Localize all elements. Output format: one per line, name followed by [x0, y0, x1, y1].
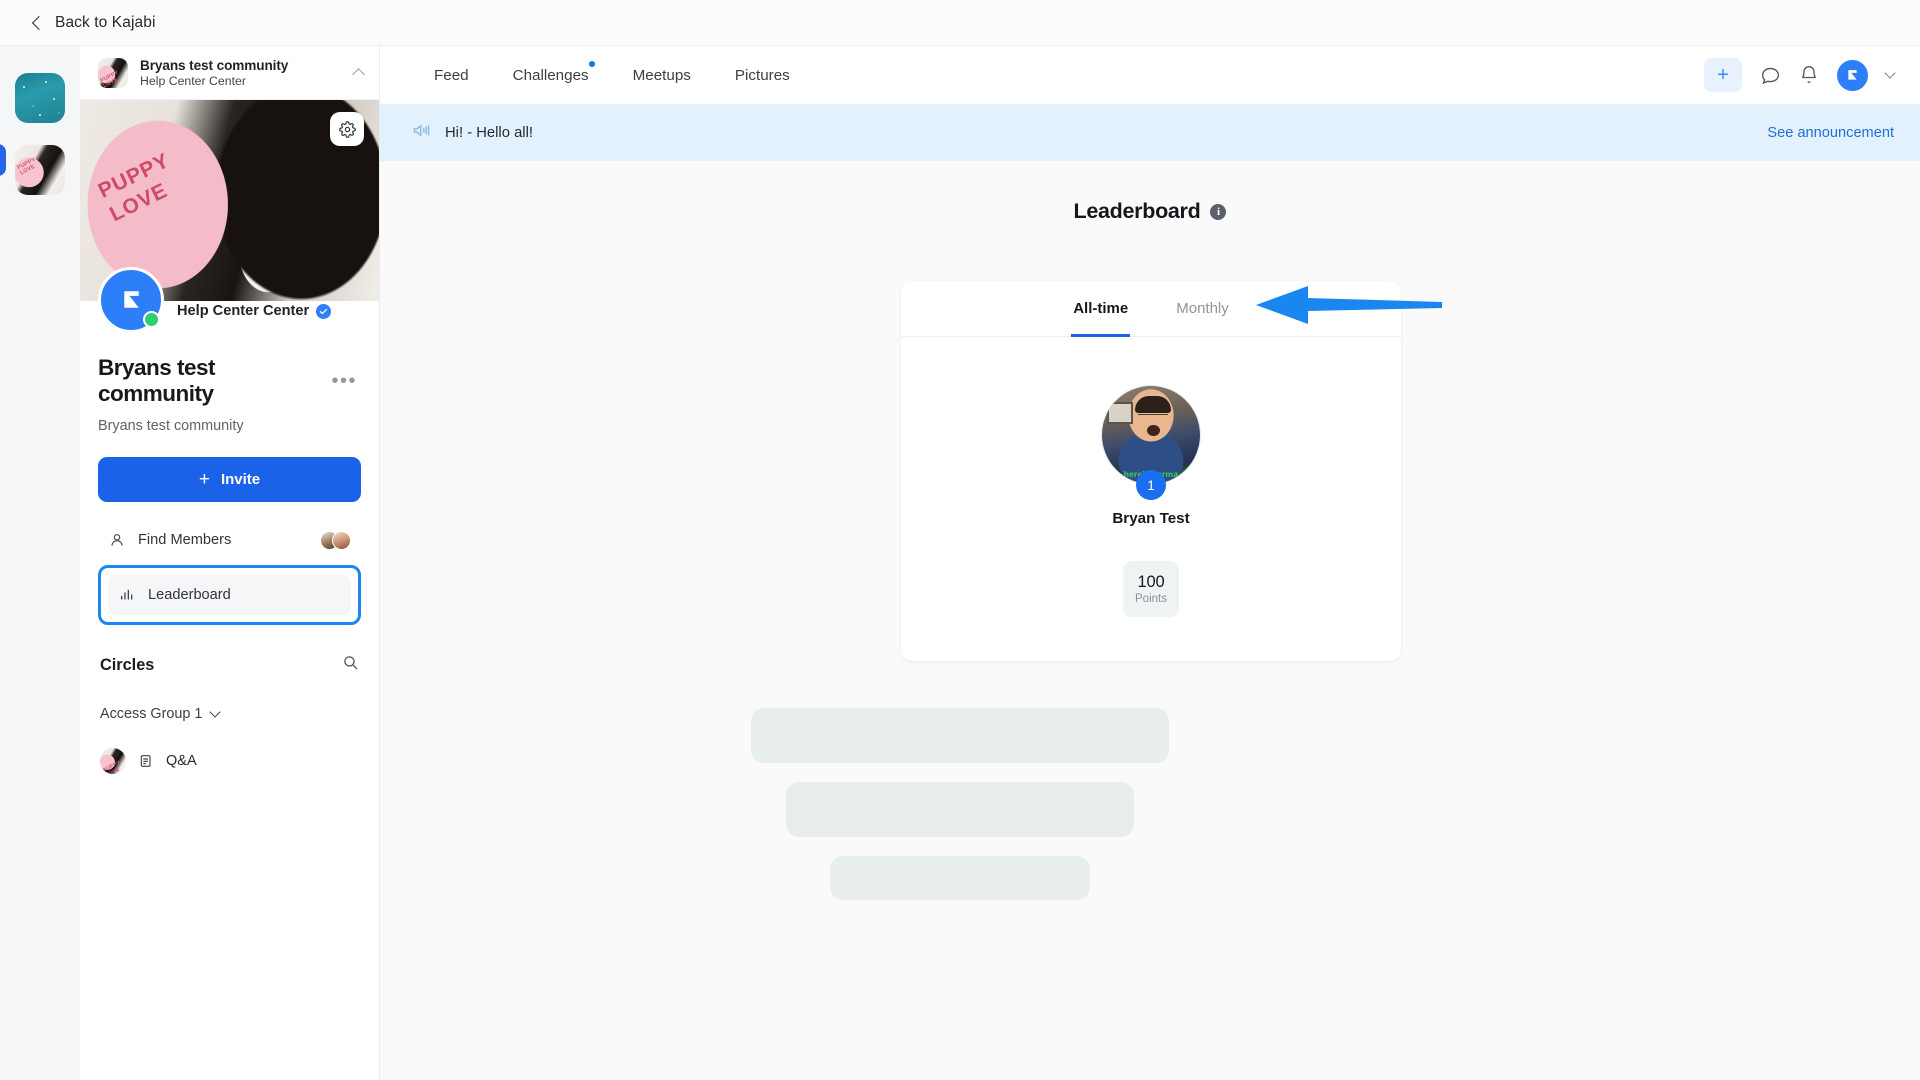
back-to-kajabi-button[interactable]: Back to Kajabi — [31, 13, 156, 32]
kajabi-logo-icon — [1848, 69, 1857, 80]
online-status-dot — [143, 311, 160, 328]
main-nav: Feed Challenges Meetups Pictures + — [380, 46, 1920, 105]
brand-name-row: Help Center Center — [177, 303, 332, 319]
tab-feed[interactable]: Feed — [412, 67, 491, 84]
skeleton-bar — [830, 856, 1090, 900]
search-icon[interactable] — [342, 654, 359, 676]
points-box: 100 Points — [1123, 561, 1179, 617]
community-description: Bryans test community — [98, 418, 244, 434]
chevron-down-icon — [209, 706, 222, 718]
leaderboard-winner: here's karma 1 Bryan Test 100 Points — [901, 337, 1401, 661]
leaderboard-tabs: All-time Monthly — [901, 281, 1401, 337]
tab-all-time[interactable]: All-time — [1071, 281, 1130, 337]
tab-monthly[interactable]: Monthly — [1174, 281, 1231, 337]
chevron-left-icon — [31, 15, 47, 30]
sidebar-item-find-members[interactable]: Find Members — [98, 520, 361, 560]
top-bar: Back to Kajabi — [0, 0, 1920, 46]
community-title-row: Bryans test community ••• — [98, 355, 361, 407]
puppy-community-thumb — [15, 145, 65, 195]
plus-icon: + — [1717, 63, 1729, 86]
tab-challenges[interactable]: Challenges — [491, 60, 611, 84]
sidebar-channel-label: Q&A — [166, 753, 197, 769]
plus-icon: + — [198, 469, 210, 490]
member-avatars[interactable] — [320, 531, 351, 550]
back-to-kajabi-label: Back to Kajabi — [55, 13, 156, 31]
sidebar-item-label: Leaderboard — [148, 587, 231, 603]
brand-row: Help Center Center — [98, 267, 361, 333]
tab-label: Pictures — [734, 66, 790, 84]
access-group-label: Access Group 1 — [100, 706, 203, 722]
sidebar-community-title: Bryans test community — [140, 57, 289, 73]
document-icon — [140, 755, 151, 767]
community-rail — [0, 46, 80, 1080]
ellipsis-icon[interactable]: ••• — [327, 371, 361, 391]
see-announcement-link[interactable]: See announcement — [1767, 125, 1894, 141]
leaderboard-heading: Leaderboard i — [380, 199, 1920, 224]
winner-name: Bryan Test — [1112, 510, 1190, 527]
points-label: Points — [1135, 593, 1167, 605]
invite-button-label: Invite — [220, 471, 261, 488]
notification-dot — [588, 60, 595, 67]
info-icon[interactable]: i — [1210, 203, 1227, 220]
points-value: 100 — [1137, 573, 1165, 591]
announcement-bar: Hi! - Hello all! See announcement — [380, 105, 1920, 161]
avatar — [98, 57, 128, 88]
leaderboard-title: Leaderboard — [1073, 199, 1201, 223]
sidebar-community-subtitle: Help Center Center — [140, 73, 246, 88]
megaphone-icon — [412, 121, 431, 145]
sidebar-item-label: Find Members — [138, 532, 232, 548]
tab-label: Challenges — [512, 66, 589, 84]
skeleton-bar — [751, 708, 1169, 763]
verified-badge-icon — [316, 303, 332, 319]
circles-title: Circles — [100, 655, 155, 674]
leaderboard-highlight-box: Leaderboard — [98, 565, 361, 625]
skeleton-bar — [786, 782, 1134, 837]
chevron-up-icon[interactable] — [352, 67, 365, 81]
avatar — [100, 748, 126, 774]
gear-icon[interactable] — [330, 112, 364, 146]
page-title: Bryans test community — [98, 355, 216, 406]
space-community-thumb — [15, 73, 65, 123]
sidebar-item-leaderboard[interactable]: Leaderboard — [108, 575, 351, 615]
chat-bubble-icon[interactable] — [1760, 65, 1781, 86]
circles-header: Circles — [98, 654, 361, 676]
main-content: Feed Challenges Meetups Pictures + Hi! -… — [380, 46, 1920, 1080]
invite-button[interactable]: + Invite — [98, 457, 361, 502]
leaderboard-card: All-time Monthly here's karma 1 Bryan Te… — [901, 281, 1401, 661]
sidebar-community-switcher[interactable]: Bryans test community Help Center Center — [80, 46, 379, 100]
tab-label: Feed — [434, 66, 469, 84]
bell-icon[interactable] — [1799, 65, 1819, 85]
tab-meetups[interactable]: Meetups — [611, 67, 713, 84]
tab-pictures[interactable]: Pictures — [713, 67, 812, 84]
rail-item-puppy-community[interactable] — [0, 134, 80, 206]
community-sidebar: Bryans test community Help Center Center… — [80, 46, 380, 1080]
rank-badge: 1 — [1136, 470, 1166, 500]
chevron-down-icon[interactable] — [1884, 67, 1896, 79]
loading-skeletons — [380, 708, 1540, 900]
create-button[interactable]: + — [1704, 58, 1742, 92]
tab-label: Meetups — [632, 66, 691, 84]
person-icon — [111, 534, 123, 546]
access-group-toggle[interactable]: Access Group 1 — [98, 706, 361, 722]
bar-chart-icon — [121, 589, 133, 600]
brand-name-label: Help Center Center — [177, 303, 310, 319]
nav-actions: + — [1704, 58, 1896, 92]
avatar[interactable] — [1837, 59, 1868, 91]
avatar — [332, 531, 351, 550]
rail-item-space-community[interactable] — [0, 62, 80, 134]
announcement-text: Hi! - Hello all! — [445, 125, 533, 141]
sidebar-channel-qa[interactable]: Q&A — [98, 748, 361, 774]
kajabi-logo-icon — [98, 267, 164, 333]
rail-active-indicator — [0, 144, 6, 176]
